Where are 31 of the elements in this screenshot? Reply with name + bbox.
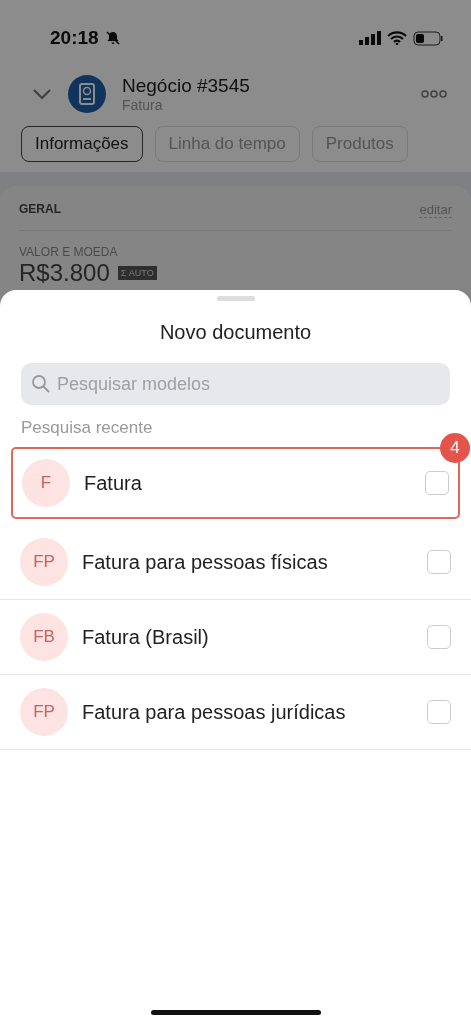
- search-field[interactable]: Pesquisar modelos: [21, 363, 450, 405]
- checkbox[interactable]: [427, 700, 451, 724]
- tab[interactable]: Informações: [21, 126, 143, 162]
- signal-icon: [359, 31, 381, 45]
- initials-avatar: F: [22, 459, 70, 507]
- deal-title: Negócio #3545: [122, 75, 250, 97]
- drag-handle[interactable]: [216, 296, 255, 301]
- checkbox[interactable]: [427, 550, 451, 574]
- auto-tag: Σ AUTO: [117, 266, 157, 280]
- initials-avatar: FP: [20, 688, 68, 736]
- section-label: Pesquisa recente: [21, 418, 154, 438]
- sheet-title: Novo documento: [158, 321, 313, 344]
- wifi-icon: [387, 31, 407, 45]
- status-time: 20:18: [50, 27, 99, 49]
- field-label: VALOR E MOEDA: [19, 245, 118, 259]
- more-icon[interactable]: [421, 90, 447, 98]
- template-item[interactable]: FB Fatura (Brasil): [0, 600, 471, 675]
- checkbox[interactable]: [425, 471, 449, 495]
- search-icon: [31, 374, 51, 394]
- step-badge: 4: [440, 433, 470, 463]
- template-item[interactable]: FP Fatura para pessoas jurídicas: [0, 675, 471, 750]
- battery-icon: [413, 30, 443, 46]
- bell-muted-icon: [104, 30, 121, 46]
- initials-avatar: FP: [20, 538, 68, 586]
- deal-subtitle: Fatura: [122, 97, 163, 113]
- initials-avatar: FB: [20, 613, 68, 661]
- amount-value: R$3.800: [19, 259, 110, 287]
- section-heading: GERAL: [19, 202, 61, 218]
- template-item[interactable]: FP Fatura para pessoas físicas: [0, 525, 471, 600]
- chevron-down-icon[interactable]: [32, 88, 52, 100]
- checkbox[interactable]: [427, 625, 451, 649]
